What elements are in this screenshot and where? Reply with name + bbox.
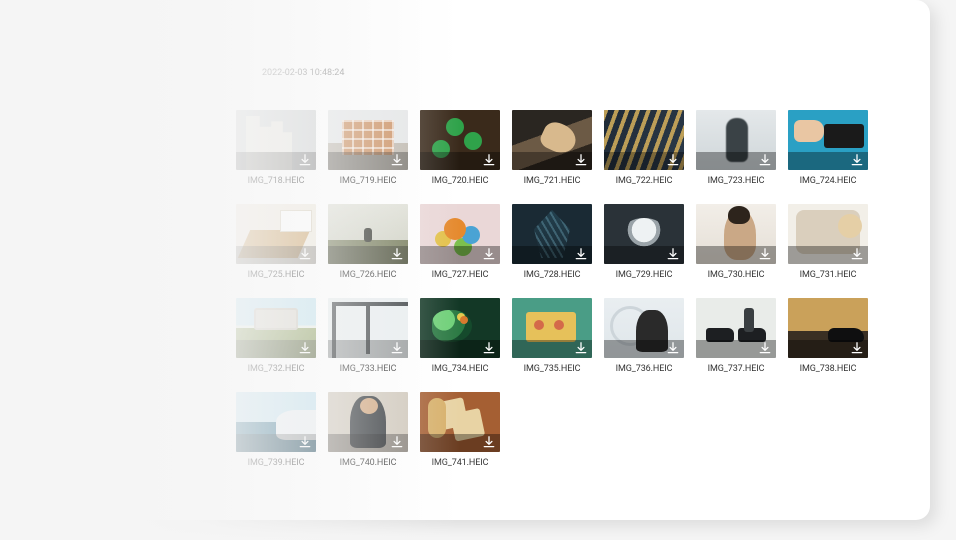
download-icon[interactable] [850,341,864,355]
file-tile: IMG_718.HEIC [236,110,316,186]
file-thumbnail[interactable] [420,392,500,452]
file-thumbnail[interactable] [420,110,500,170]
file-caption: IMG_739.HEIC [248,458,305,468]
file-tile: IMG_724.HEIC [788,110,868,186]
file-thumbnail[interactable] [788,204,868,264]
file-tile: IMG_731.HEIC [788,204,868,280]
file-caption: IMG_740.HEIC [340,458,397,468]
recovery-panel: 2022-02-03 10:48:24 IMG_718.HEIC IMG_719.… [0,0,930,520]
file-caption: IMG_728.HEIC [524,270,581,280]
file-caption: IMG_734.HEIC [432,364,489,374]
file-tile: IMG_723.HEIC [696,110,776,186]
file-thumbnail[interactable] [696,204,776,264]
download-icon[interactable] [850,153,864,167]
download-icon[interactable] [298,153,312,167]
file-thumbnail[interactable] [236,392,316,452]
download-icon[interactable] [390,153,404,167]
file-caption: IMG_719.HEIC [340,176,397,186]
file-caption: IMG_737.HEIC [708,364,765,374]
file-caption: IMG_731.HEIC [800,270,857,280]
download-icon[interactable] [298,435,312,449]
file-thumbnail[interactable] [696,298,776,358]
file-thumbnail[interactable] [512,298,592,358]
download-icon[interactable] [298,341,312,355]
file-caption: IMG_722.HEIC [616,176,673,186]
file-tile: IMG_739.HEIC [236,392,316,468]
file-caption: IMG_726.HEIC [340,270,397,280]
session-timestamp: 2022-02-03 10:48:24 [262,68,344,78]
file-grid: IMG_718.HEIC IMG_719.HEIC IMG_720.HEIC IMG_… [236,110,916,468]
file-tile: IMG_722.HEIC [604,110,684,186]
file-thumbnail[interactable] [512,204,592,264]
download-icon[interactable] [298,247,312,261]
download-icon[interactable] [390,435,404,449]
file-thumbnail[interactable] [420,204,500,264]
download-icon[interactable] [758,341,772,355]
file-tile: IMG_728.HEIC [512,204,592,280]
file-tile: IMG_733.HEIC [328,298,408,374]
file-thumbnail[interactable] [604,204,684,264]
file-thumbnail[interactable] [328,110,408,170]
download-icon[interactable] [482,153,496,167]
download-icon[interactable] [574,247,588,261]
download-icon[interactable] [482,247,496,261]
file-caption: IMG_724.HEIC [800,176,857,186]
download-icon[interactable] [758,247,772,261]
file-thumbnail[interactable] [604,110,684,170]
file-caption: IMG_736.HEIC [616,364,673,374]
file-caption: IMG_718.HEIC [248,176,305,186]
file-thumbnail[interactable] [236,298,316,358]
file-tile: IMG_738.HEIC [788,298,868,374]
file-tile: IMG_736.HEIC [604,298,684,374]
download-icon[interactable] [482,435,496,449]
file-thumbnail[interactable] [512,110,592,170]
file-tile: IMG_737.HEIC [696,298,776,374]
file-thumbnail[interactable] [236,110,316,170]
file-tile: IMG_725.HEIC [236,204,316,280]
download-icon[interactable] [574,153,588,167]
file-tile: IMG_734.HEIC [420,298,500,374]
file-tile: IMG_740.HEIC [328,392,408,468]
download-icon[interactable] [758,153,772,167]
file-caption: IMG_721.HEIC [524,176,581,186]
download-icon[interactable] [666,341,680,355]
file-thumbnail[interactable] [788,110,868,170]
download-icon[interactable] [390,247,404,261]
file-thumbnail[interactable] [604,298,684,358]
file-caption: IMG_735.HEIC [524,364,581,374]
file-caption: IMG_723.HEIC [708,176,765,186]
file-caption: IMG_727.HEIC [432,270,489,280]
file-thumbnail[interactable] [420,298,500,358]
file-tile: IMG_735.HEIC [512,298,592,374]
file-caption: IMG_725.HEIC [248,270,305,280]
file-tile: IMG_720.HEIC [420,110,500,186]
file-thumbnail[interactable] [236,204,316,264]
file-thumbnail[interactable] [328,204,408,264]
file-tile: IMG_721.HEIC [512,110,592,186]
file-caption: IMG_730.HEIC [708,270,765,280]
file-thumbnail[interactable] [696,110,776,170]
file-caption: IMG_732.HEIC [248,364,305,374]
file-tile: IMG_730.HEIC [696,204,776,280]
download-icon[interactable] [850,247,864,261]
file-thumbnail[interactable] [328,298,408,358]
download-icon[interactable] [482,341,496,355]
file-tile: IMG_741.HEIC [420,392,500,468]
file-caption: IMG_738.HEIC [800,364,857,374]
file-tile: IMG_727.HEIC [420,204,500,280]
download-icon[interactable] [666,153,680,167]
file-tile: IMG_729.HEIC [604,204,684,280]
download-icon[interactable] [574,341,588,355]
file-caption: IMG_729.HEIC [616,270,673,280]
file-tile: IMG_726.HEIC [328,204,408,280]
file-thumbnail[interactable] [788,298,868,358]
file-thumbnail[interactable] [328,392,408,452]
file-caption: IMG_741.HEIC [432,458,489,468]
file-tile: IMG_732.HEIC [236,298,316,374]
file-caption: IMG_720.HEIC [432,176,489,186]
file-caption: IMG_733.HEIC [340,364,397,374]
download-icon[interactable] [390,341,404,355]
file-tile: IMG_719.HEIC [328,110,408,186]
download-icon[interactable] [666,247,680,261]
